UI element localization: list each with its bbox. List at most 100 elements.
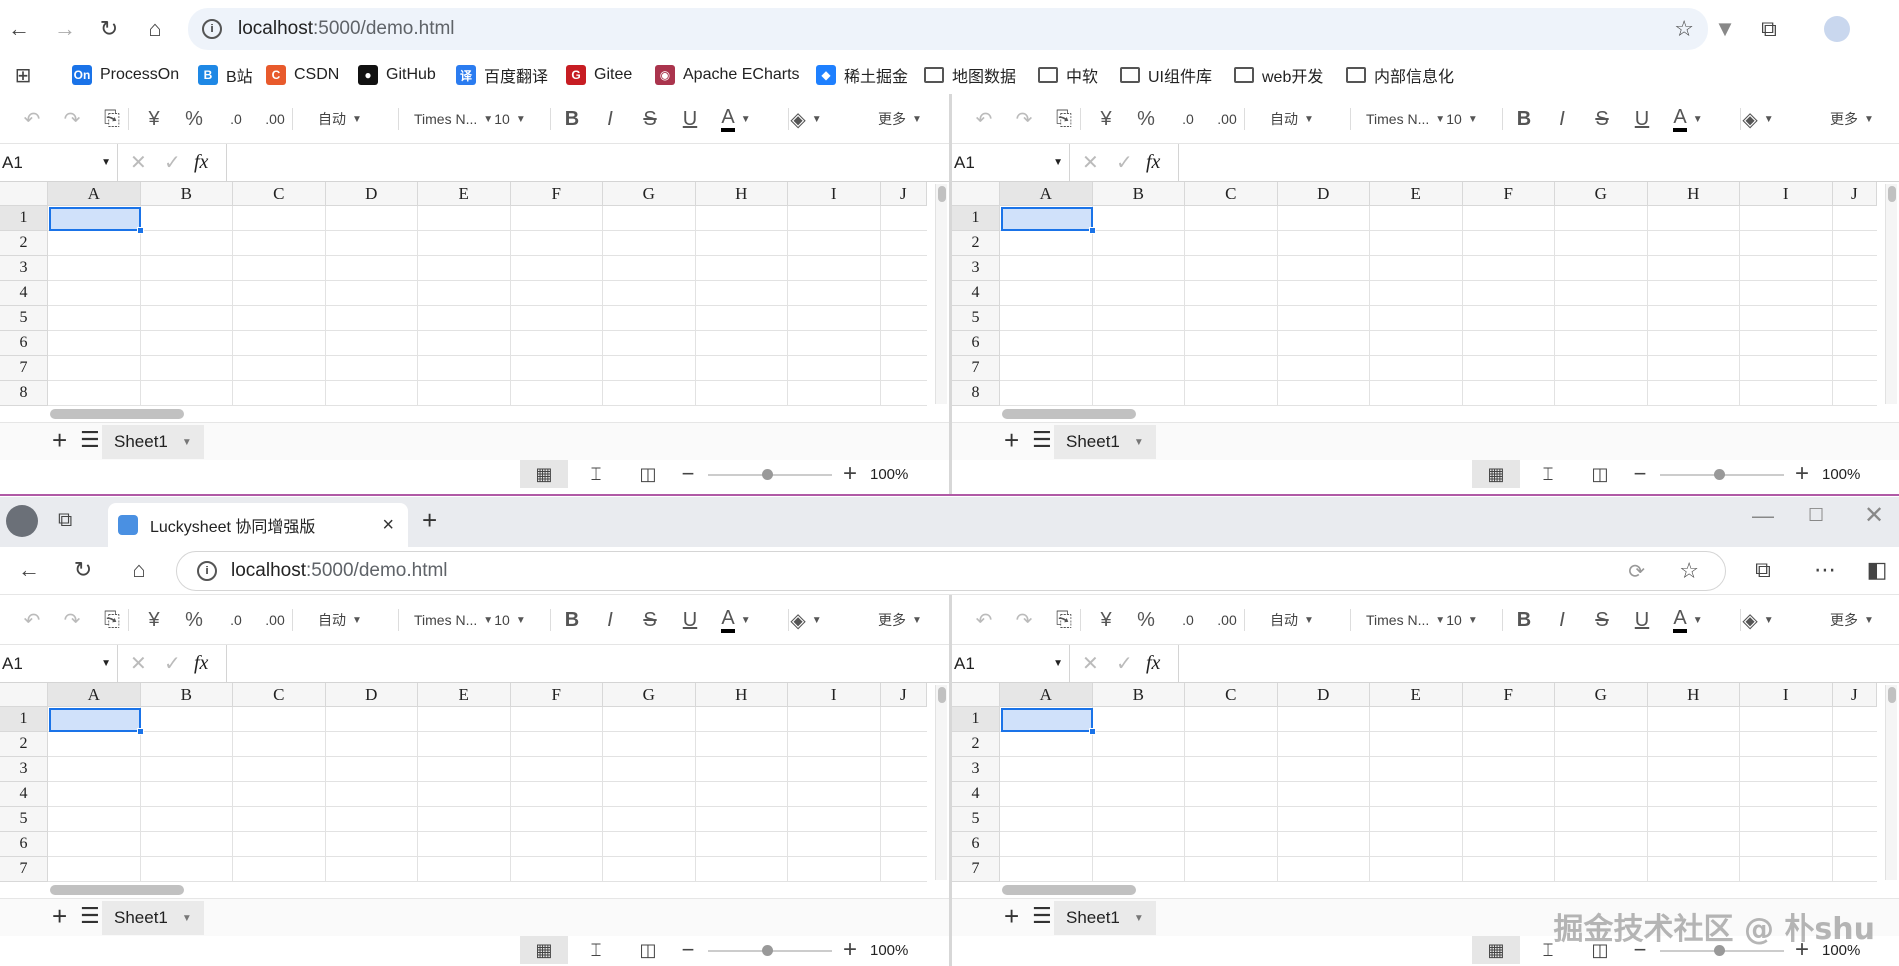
font-color-icon[interactable]: A ▼	[1670, 595, 1706, 645]
zoom-slider-knob[interactable]	[762, 469, 773, 480]
percent-icon[interactable]: %	[1128, 595, 1164, 645]
percent-icon[interactable]: %	[176, 595, 212, 645]
font-color-icon[interactable]: A ▼	[1670, 94, 1706, 144]
zoom-slider-knob[interactable]	[762, 945, 773, 956]
horizontal-scroll-thumb[interactable]	[50, 885, 184, 895]
undo-icon[interactable]: ↶	[966, 595, 1002, 645]
font-size-select[interactable]: 10 ▼	[1444, 595, 1480, 645]
row-header[interactable]: 7	[952, 356, 1000, 381]
apps-grid-icon[interactable]: ⊞	[6, 58, 40, 92]
decrease-decimal-icon[interactable]: .00	[1209, 595, 1245, 645]
address-bar[interactable]: i localhost:5000/demo.html ☆	[188, 8, 1708, 50]
column-header[interactable]: B	[1092, 182, 1185, 206]
bookmark-7[interactable]: ◆ 稀土掘金	[816, 62, 908, 88]
row-header[interactable]: 8	[0, 381, 48, 406]
site-info-icon[interactable]: i	[202, 19, 222, 39]
currency-icon[interactable]: ¥	[1088, 595, 1124, 645]
row-header[interactable]: 4	[952, 281, 1000, 306]
format-painter-icon[interactable]: ⎘	[1046, 595, 1082, 645]
number-format-select[interactable]: 自动 ▼	[1270, 595, 1314, 645]
profile-avatar-icon[interactable]	[1820, 12, 1854, 46]
formula-input[interactable]	[1178, 144, 1899, 181]
formula-input[interactable]	[1178, 645, 1899, 682]
bookmark-9[interactable]: 中软	[1038, 62, 1098, 88]
increase-decimal-icon[interactable]: .0	[1170, 595, 1206, 645]
vertical-scrollbar[interactable]	[1885, 184, 1897, 404]
vertical-scrollbar[interactable]	[935, 184, 947, 404]
extensions-puzzle-icon[interactable]: ⧉	[1752, 12, 1786, 46]
page-break-view-icon[interactable]: ⌶	[572, 460, 620, 488]
font-size-select[interactable]: 10 ▼	[492, 595, 528, 645]
more-options-icon[interactable]: ⋯	[1808, 553, 1842, 587]
workspaces-icon[interactable]: ⧉	[58, 509, 72, 532]
column-header[interactable]: E	[1370, 182, 1463, 206]
normal-view-icon[interactable]: ▦	[1472, 460, 1520, 488]
undo-icon[interactable]: ↶	[14, 94, 50, 144]
cell-grid[interactable]: ABCDEFGHIJ 12345678	[0, 182, 949, 422]
back-icon[interactable]: ←	[12, 553, 46, 587]
more-button[interactable]: 更多 ▼	[1830, 94, 1874, 144]
font-color-icon[interactable]: A ▼	[718, 94, 754, 144]
font-size-select[interactable]: 10 ▼	[1444, 94, 1480, 144]
row-header[interactable]: 6	[0, 832, 48, 857]
horizontal-scroll-thumb[interactable]	[50, 409, 184, 419]
selected-cell-a1[interactable]	[1001, 708, 1096, 735]
decrease-decimal-icon[interactable]: .00	[1209, 94, 1245, 144]
row-header[interactable]: 4	[0, 782, 48, 807]
row-header[interactable]: 1	[952, 206, 1000, 231]
bookmark-star-icon[interactable]: ☆	[1674, 16, 1694, 42]
row-header[interactable]: 3	[0, 256, 48, 281]
italic-icon[interactable]: I	[592, 595, 628, 645]
sheet-tab-sheet1[interactable]: Sheet1 ▼	[1054, 425, 1156, 459]
selected-cell-a1[interactable]	[49, 207, 144, 234]
column-header[interactable]: B	[140, 182, 233, 206]
column-header[interactable]: B	[140, 683, 233, 707]
scroll-thumb[interactable]	[938, 687, 946, 703]
extension-v-icon[interactable]: ▼	[1708, 12, 1742, 46]
sheet-list-icon[interactable]: ☰	[80, 427, 100, 453]
home-icon[interactable]: ⌂	[138, 12, 172, 46]
column-header[interactable]: J	[880, 182, 927, 206]
home-icon[interactable]: ⌂	[122, 553, 156, 587]
bookmark-10[interactable]: UI组件库	[1120, 62, 1212, 88]
close-tab-icon[interactable]: ×	[382, 514, 394, 537]
horizontal-scroll-thumb[interactable]	[1002, 885, 1136, 895]
browser-tab[interactable]: Luckysheet 协同增强版 ×	[108, 503, 408, 547]
strikethrough-icon[interactable]: S	[1584, 94, 1620, 144]
row-header[interactable]: 2	[952, 732, 1000, 757]
font-color-icon[interactable]: A ▼	[718, 595, 754, 645]
column-header[interactable]: D	[1277, 182, 1370, 206]
name-box[interactable]: A1 ▼	[0, 144, 118, 181]
bold-icon[interactable]: B	[1506, 595, 1542, 645]
column-header[interactable]: G	[1555, 182, 1648, 206]
column-header[interactable]: H	[1647, 683, 1740, 707]
row-header[interactable]: 3	[952, 256, 1000, 281]
format-painter-icon[interactable]: ⎘	[1046, 94, 1082, 144]
row-header[interactable]: 7	[0, 356, 48, 381]
bookmark-11[interactable]: web开发	[1234, 62, 1323, 88]
row-header[interactable]: 1	[0, 707, 48, 732]
bookmark-5[interactable]: G Gitee	[566, 62, 632, 88]
back-icon[interactable]: ←	[2, 12, 36, 46]
row-header[interactable]: 6	[952, 331, 1000, 356]
minimize-icon[interactable]: —	[1752, 503, 1774, 529]
reload-icon[interactable]: ↻	[66, 553, 100, 587]
column-header[interactable]: H	[1647, 182, 1740, 206]
confirm-icon[interactable]: ✓	[1116, 645, 1133, 682]
redo-icon[interactable]: ↷	[54, 595, 90, 645]
bold-icon[interactable]: B	[554, 94, 590, 144]
fill-color-icon[interactable]: ◈ ▼	[788, 595, 824, 645]
percent-icon[interactable]: %	[176, 94, 212, 144]
column-header[interactable]: G	[1555, 683, 1648, 707]
column-header[interactable]: B	[1092, 683, 1185, 707]
column-header[interactable]: F	[1462, 683, 1555, 707]
normal-view-icon[interactable]: ▦	[1472, 936, 1520, 964]
confirm-icon[interactable]: ✓	[164, 645, 181, 682]
row-header[interactable]: 2	[952, 231, 1000, 256]
column-header[interactable]: A	[48, 182, 141, 206]
normal-view-icon[interactable]: ▦	[520, 460, 568, 488]
name-box[interactable]: A1 ▼	[0, 645, 118, 682]
bookmark-2[interactable]: C CSDN	[266, 62, 339, 88]
forward-icon[interactable]: →	[48, 12, 82, 46]
decrease-decimal-icon[interactable]: .00	[257, 94, 293, 144]
